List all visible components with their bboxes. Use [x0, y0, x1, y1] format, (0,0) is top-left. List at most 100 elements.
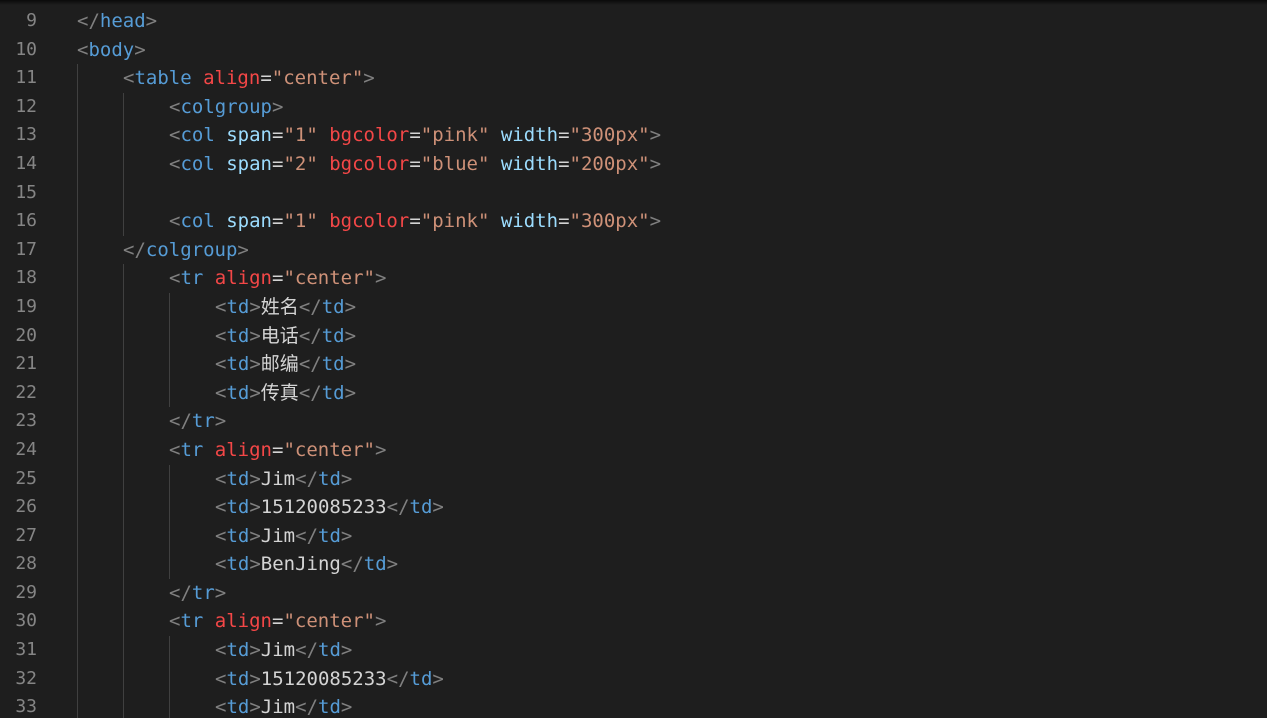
line-number: 28: [15, 553, 37, 575]
indent-guide: [77, 407, 78, 436]
code-line[interactable]: 26 <td>15120085233</td>: [0, 493, 1267, 522]
token-bracket: <: [215, 381, 227, 404]
token-eq: =: [409, 210, 421, 233]
token-tag: tr: [180, 267, 204, 290]
code-text: <td>15120085233</td>: [215, 493, 444, 522]
code-line[interactable]: 17 </colgroup>: [0, 235, 1267, 265]
code-line[interactable]: 32 <td>15120085233</td>: [0, 664, 1267, 694]
token-eq: =: [409, 124, 421, 147]
token-bracket: >: [374, 438, 387, 461]
indent-guide: [77, 521, 78, 551]
code-line[interactable]: 14 <col span="2" bgcolor="blue" width="20…: [0, 149, 1267, 179]
code-text: <tr align="center">: [169, 436, 386, 465]
line-number: 25: [15, 467, 37, 489]
token-attr-blue: width: [500, 124, 559, 147]
code-line[interactable]: 12 <colgroup>: [0, 92, 1267, 122]
token-tag: colgroup: [145, 238, 238, 261]
code-line[interactable]: 19 <td>姓名</td>: [0, 292, 1267, 322]
indent-guide: [123, 264, 124, 293]
code-line[interactable]: 33 <td>Jim</td>: [0, 693, 1267, 718]
token-bracket: >: [249, 496, 261, 519]
code-line[interactable]: 15: [0, 178, 1267, 208]
token-bracket: >: [249, 696, 261, 718]
code-line[interactable]: 23 </tr>: [0, 407, 1267, 436]
code-line[interactable]: 30 <tr align="center">: [0, 607, 1267, 637]
indent-guide: [169, 350, 170, 379]
code-text: <td>电话</td>: [215, 322, 356, 351]
code-line[interactable]: 31 <td>Jim</td>: [0, 636, 1267, 665]
code-text: <td>15120085233</td>: [215, 665, 444, 694]
token-text: 电话: [260, 324, 299, 347]
token-tag: td: [226, 667, 250, 690]
token-tag: td: [226, 295, 250, 318]
token-bracket: </: [298, 295, 322, 318]
indent-guide: [77, 550, 78, 579]
token-eq: =: [272, 438, 284, 461]
token-bracket: </: [123, 238, 146, 261]
token-tag: td: [321, 381, 345, 404]
code-line[interactable]: 18 <tr align="center">: [0, 264, 1267, 293]
token-bracket: >: [340, 467, 353, 490]
indent-guide: [77, 178, 78, 208]
editor-top-shadow: [0, 0, 1267, 5]
code-line[interactable]: 10 <body>: [0, 36, 1267, 65]
code-line[interactable]: 25 <td>Jim</td>: [0, 464, 1267, 494]
token-bracket: </: [169, 410, 192, 433]
token-tag: td: [318, 639, 341, 662]
code-line[interactable]: 28 <td>BenJing</td>: [0, 550, 1267, 579]
token-tag: td: [321, 324, 345, 347]
code-line[interactable]: 29 </tr>: [0, 578, 1267, 608]
code-line[interactable]: 13 <col span="1" bgcolor="pink" width="30…: [0, 121, 1267, 150]
token-bracket: <: [215, 467, 227, 490]
line-number: 26: [15, 496, 37, 518]
line-number: 24: [15, 438, 37, 460]
line-number: 32: [15, 667, 37, 689]
code-line[interactable]: 11 <table align="center">: [0, 64, 1267, 93]
code-line[interactable]: 21 <td>邮编</td>: [0, 350, 1267, 379]
indent-guide: [169, 493, 170, 522]
code-line[interactable]: 27 <td>Jim</td>: [0, 521, 1267, 551]
token-bracket: </: [77, 10, 100, 32]
code-text: <td>传真</td>: [215, 379, 356, 408]
token-attr-blue: span: [226, 124, 272, 147]
token-tag: col: [180, 152, 215, 175]
code-line[interactable]: 20 <td>电话</td>: [0, 321, 1267, 351]
indent-guide: [77, 292, 78, 322]
code-text: <col span="2" bgcolor="blue" width="200p…: [169, 150, 661, 179]
code-line[interactable]: 9 </head>: [0, 7, 1267, 36]
indent-guide: [123, 550, 124, 579]
token-tag: colgroup: [180, 95, 272, 118]
line-number: 31: [15, 639, 37, 661]
token-text: 15120085233: [260, 496, 387, 519]
line-number: 13: [15, 124, 37, 146]
code-line[interactable]: 22 <td>传真</td>: [0, 378, 1267, 408]
token-string: "1": [283, 210, 318, 233]
indent-guide: [77, 493, 78, 522]
token-text: BenJing: [260, 553, 341, 576]
indent-guide: [169, 664, 170, 694]
token-bracket: >: [374, 610, 387, 633]
token-bracket: <: [169, 95, 181, 118]
code-lines[interactable]: 9 </head> 10 <body> 11 <table align="center">…: [0, 7, 1267, 718]
token-tag: td: [226, 553, 250, 576]
line-number: 33: [15, 696, 37, 718]
code-line[interactable]: 24 <tr align="center">: [0, 435, 1267, 465]
code-text: <td>邮编</td>: [215, 350, 356, 379]
code-text: <col span="1" bgcolor="pink" width="300p…: [169, 207, 661, 236]
code-line[interactable]: 16 <col span="1" bgcolor="pink" width="30…: [0, 207, 1267, 236]
token-bracket: >: [145, 10, 158, 32]
code-editor[interactable]: 9 </head> 10 <body> 11 <table align="center">…: [0, 0, 1267, 718]
indent-guide: [77, 350, 78, 379]
token-attr-red: bgcolor: [329, 152, 410, 175]
token-text: 15120085233: [260, 667, 387, 690]
token-tag: td: [226, 496, 250, 519]
token-bracket: >: [249, 467, 261, 490]
token-bracket: >: [249, 324, 261, 347]
token-text: 邮编: [260, 353, 299, 376]
